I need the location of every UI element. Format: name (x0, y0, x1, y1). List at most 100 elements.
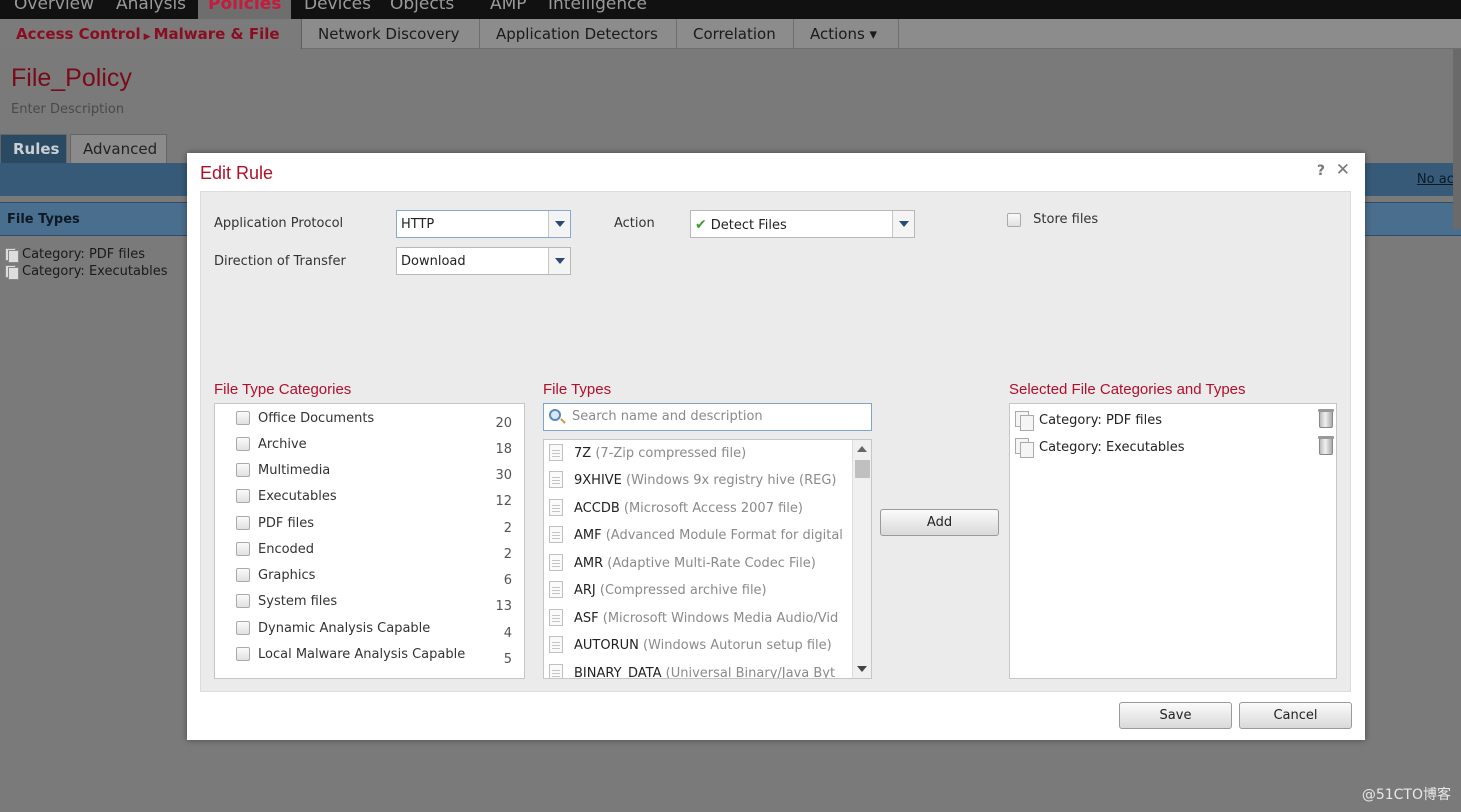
selected-item: Category: PDF files (1015, 408, 1334, 434)
category-name: Multimedia (258, 463, 331, 478)
file-icon (549, 664, 563, 678)
category-checkbox[interactable] (236, 463, 250, 477)
file-type-desc: (Windows 9x registry hive (REG) (626, 473, 837, 488)
category-count: 12 (495, 494, 512, 509)
nav-overview[interactable]: Overview (14, 0, 94, 14)
file-type-row[interactable]: AMR (Adaptive Multi-Rate Codec File) (549, 550, 855, 577)
direction-select[interactable]: Download (396, 247, 571, 275)
file-type-row[interactable]: ASF (Microsoft Windows Media Audio/Vid (549, 605, 855, 632)
trash-icon[interactable] (1318, 436, 1334, 455)
file-type-desc: (7-Zip compressed file) (595, 446, 747, 461)
category-checkbox[interactable] (236, 516, 250, 530)
application-protocol-select[interactable]: HTTP (396, 210, 571, 238)
category-checkbox[interactable] (236, 621, 250, 635)
trash-icon[interactable] (1318, 409, 1334, 428)
category-checkbox[interactable] (236, 411, 250, 425)
breadcrumb-arrow-icon: ▶ (143, 32, 151, 42)
file-types-search-input[interactable]: Search name and description (543, 403, 872, 431)
nav-intelligence[interactable]: Intelligence (548, 0, 647, 14)
file-type-categories-list: Office Documents 20 Archive 18 Multimedia 3… (214, 403, 525, 679)
category-multimedia[interactable]: Multimedia 30 (236, 461, 512, 483)
file-type-row[interactable]: 7Z (7-Zip compressed file) (549, 440, 855, 467)
category-name: Graphics (258, 568, 316, 583)
category-local-malware-analysis[interactable]: Local Malware Analysis Capable 5 (236, 645, 512, 667)
category-checkbox[interactable] (236, 437, 250, 451)
store-files-checkbox[interactable] (1007, 212, 1021, 227)
category-system-files[interactable]: System files 13 (236, 592, 512, 614)
file-type-code: 9XHIVE (574, 473, 622, 488)
category-dynamic-analysis[interactable]: Dynamic Analysis Capable 4 (236, 619, 512, 641)
file-types-header-label: File Types (7, 212, 80, 227)
file-type-desc: (Microsoft Access 2007 file) (623, 501, 803, 516)
search-placeholder: Search name and description (572, 409, 763, 424)
tab-rules[interactable]: Rules (0, 134, 67, 163)
file-type-code: BINARY_DATA (574, 666, 662, 679)
file-type-desc: (Advanced Module Format for digital (605, 528, 843, 543)
page-description[interactable]: Enter Description (11, 102, 124, 117)
file-type-row[interactable]: AUTORUN (Windows Autorun setup file) (549, 632, 855, 659)
action-select[interactable]: ✔ Detect Files (690, 210, 915, 238)
document-icon (5, 248, 19, 263)
document-icon (5, 265, 19, 280)
chevron-down-icon[interactable] (548, 248, 570, 274)
chevron-down-icon[interactable] (892, 211, 914, 237)
help-icon[interactable]: ? (1317, 163, 1325, 179)
category-checkbox[interactable] (236, 568, 250, 582)
file-type-code: ASF (574, 611, 599, 626)
watermark: @51CTO博客 (1361, 787, 1451, 803)
file-type-row[interactable]: BINARY_DATA (Universal Binary/Java Byt (549, 660, 855, 679)
category-count: 5 (503, 652, 512, 667)
tab-advanced[interactable]: Advanced (70, 134, 167, 163)
category-checkbox[interactable] (236, 489, 250, 503)
scroll-up-icon[interactable] (857, 446, 867, 452)
file-type-row[interactable]: AMF (Advanced Module Format for digital (549, 522, 855, 549)
category-name: Encoded (258, 542, 315, 557)
subnav-access-control[interactable]: Access Control ▶ Malware & File (0, 19, 302, 49)
category-checkbox[interactable] (236, 594, 250, 608)
nav-amp[interactable]: AMP (490, 0, 527, 14)
cancel-button[interactable]: Cancel (1239, 702, 1352, 729)
file-type-row[interactable]: ACCDB (Microsoft Access 2007 file) (549, 495, 855, 522)
subnav-network-discovery[interactable]: Network Discovery (302, 19, 480, 49)
file-type-row[interactable]: 9XHIVE (Windows 9x registry hive (REG) (549, 467, 855, 494)
dialog-title: Edit Rule (200, 163, 274, 183)
selected-types-list: Category: PDF files Category: Executable… (1009, 403, 1337, 679)
rule-item-label: Category: Executables (22, 264, 168, 279)
file-icon (549, 499, 563, 516)
category-count: 2 (503, 521, 512, 536)
nav-objects[interactable]: Objects (390, 0, 454, 14)
file-type-row[interactable]: ARJ (Compressed archive file) (549, 577, 855, 604)
page-scrollbar[interactable] (1453, 49, 1461, 229)
documents-icon (1015, 411, 1034, 431)
category-pdf-files[interactable]: PDF files 2 (236, 514, 512, 536)
rule-item-label: Category: PDF files (22, 247, 145, 262)
scroll-thumb[interactable] (855, 460, 870, 478)
close-icon[interactable]: ✕ (1336, 160, 1350, 180)
subnav-correlation[interactable]: Correlation (677, 19, 794, 49)
file-types-title: File Types (543, 381, 612, 398)
category-checkbox[interactable] (236, 542, 250, 556)
list-item: Category: PDF files (5, 246, 168, 263)
file-icon (549, 636, 563, 653)
category-executables[interactable]: Executables 12 (236, 487, 512, 509)
save-button[interactable]: Save (1119, 702, 1232, 729)
category-graphics[interactable]: Graphics 6 (236, 566, 512, 588)
category-encoded[interactable]: Encoded 2 (236, 540, 512, 562)
nav-devices[interactable]: Devices (304, 0, 371, 14)
category-archive[interactable]: Archive 18 (236, 435, 512, 457)
category-office-documents[interactable]: Office Documents 20 (236, 409, 512, 431)
subnav-application-detectors[interactable]: Application Detectors (480, 19, 677, 49)
file-types-scrollbar[interactable] (852, 440, 871, 678)
category-count: 18 (495, 442, 512, 457)
add-button[interactable]: Add (880, 509, 999, 536)
application-protocol-value: HTTP (401, 217, 435, 232)
nav-policies[interactable]: Policies (198, 0, 292, 19)
scroll-down-icon[interactable] (857, 666, 867, 672)
direction-label: Direction of Transfer (214, 254, 346, 269)
chevron-down-icon[interactable] (548, 211, 570, 237)
category-checkbox[interactable] (236, 647, 250, 661)
selected-item-label: Category: PDF files (1039, 413, 1162, 428)
nav-analysis[interactable]: Analysis (116, 0, 186, 14)
file-types-list: 7Z (7-Zip compressed file) 9XHIVE (Windo… (543, 439, 872, 679)
subnav-actions-menu[interactable]: Actions ▾ (794, 19, 899, 49)
